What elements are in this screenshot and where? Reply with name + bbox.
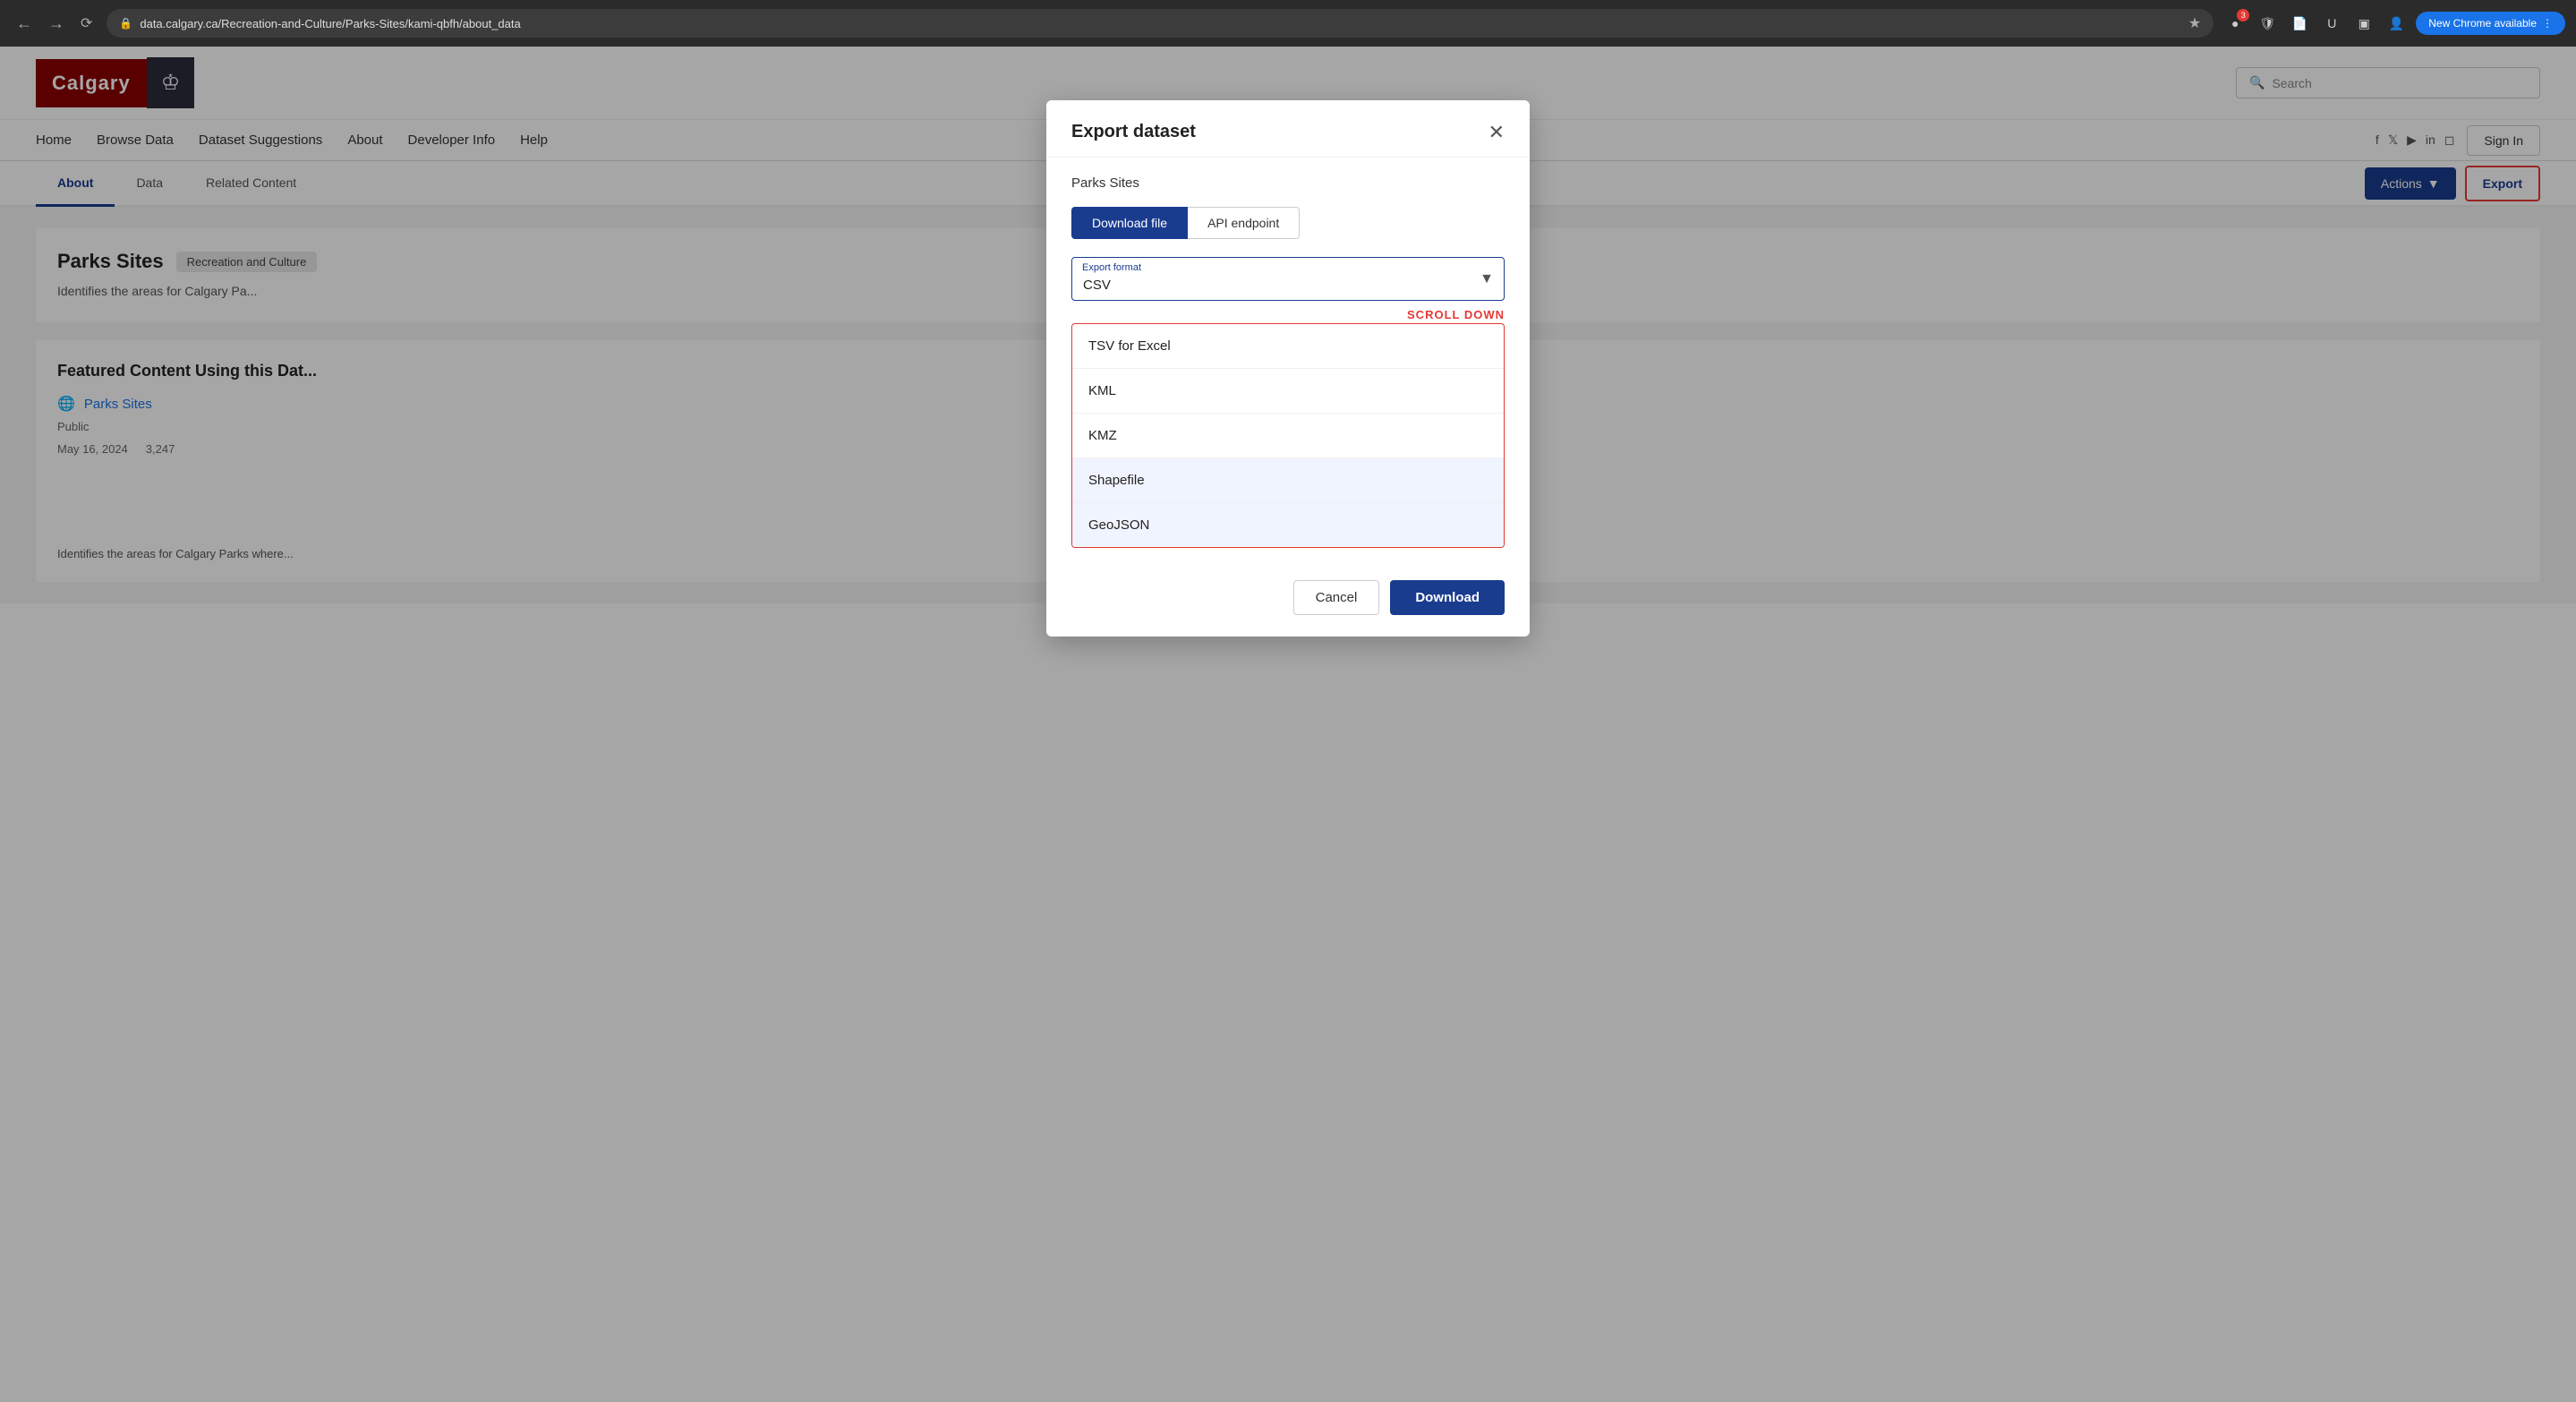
dropdown-item-tsv[interactable]: TSV for Excel bbox=[1072, 324, 1504, 369]
address-bar[interactable]: 🔒 data.calgary.ca/Recreation-and-Culture… bbox=[107, 9, 2213, 38]
back-button[interactable]: ← bbox=[11, 11, 38, 37]
security-icon: 🔒 bbox=[119, 17, 132, 30]
modal-title: Export dataset bbox=[1071, 122, 1196, 142]
bookmark-icon[interactable]: ★ bbox=[2188, 14, 2201, 32]
modal-header: Export dataset ✕ bbox=[1046, 100, 1530, 158]
chevron-icon: ⋮ bbox=[2542, 17, 2553, 30]
export-format-container: Export format CSV ▼ bbox=[1071, 257, 1505, 301]
modal-footer: Cancel Download bbox=[1046, 566, 1530, 637]
download-button[interactable]: Download bbox=[1390, 580, 1505, 615]
new-chrome-button[interactable]: New Chrome available ⋮ bbox=[2416, 12, 2565, 35]
url-text: data.calgary.ca/Recreation-and-Culture/P… bbox=[140, 17, 2181, 30]
dropdown-item-geojson[interactable]: GeoJSON bbox=[1072, 503, 1504, 547]
extension-icon-1[interactable]: ● 3 bbox=[2222, 11, 2248, 36]
modal-dataset-name: Parks Sites bbox=[1071, 175, 1505, 191]
export-format-label: Export format bbox=[1082, 262, 1141, 273]
browser-chrome: ← → ⟳ 🔒 data.calgary.ca/Recreation-and-C… bbox=[0, 0, 2576, 47]
puzzle-icon[interactable]: ▣ bbox=[2351, 11, 2376, 36]
scroll-hint: SCROLL DOWN bbox=[1071, 308, 1505, 321]
cancel-button[interactable]: Cancel bbox=[1293, 580, 1380, 615]
modal-tab-download[interactable]: Download file bbox=[1071, 207, 1188, 239]
new-chrome-label: New Chrome available bbox=[2428, 17, 2537, 30]
nav-buttons: ← → ⟳ bbox=[11, 11, 98, 37]
browser-actions: ● 3 🛡 📄 U ▣ 👤 New Chrome available ⋮ bbox=[2222, 11, 2565, 36]
modal-backdrop: Export dataset ✕ Parks Sites Download fi… bbox=[0, 47, 2576, 1402]
extension-icon-2[interactable]: U bbox=[2319, 11, 2344, 36]
refresh-button[interactable]: ⟳ bbox=[75, 11, 98, 36]
profile-icon[interactable]: 👤 bbox=[2384, 11, 2409, 36]
modal-tab-api[interactable]: API endpoint bbox=[1188, 207, 1300, 239]
forward-button[interactable]: → bbox=[43, 11, 70, 37]
shield-icon[interactable]: 🛡 bbox=[2255, 11, 2280, 36]
modal-body: Parks Sites Download file API endpoint E… bbox=[1046, 158, 1530, 566]
dropdown-item-shapefile[interactable]: Shapefile bbox=[1072, 458, 1504, 503]
dropdown-item-kmz[interactable]: KMZ bbox=[1072, 414, 1504, 458]
bookmark-manager-icon[interactable]: 📄 bbox=[2287, 11, 2312, 36]
modal-close-button[interactable]: ✕ bbox=[1488, 123, 1505, 142]
modal-tabs: Download file API endpoint bbox=[1071, 207, 1505, 239]
dropdown-item-kml[interactable]: KML bbox=[1072, 369, 1504, 414]
export-modal: Export dataset ✕ Parks Sites Download fi… bbox=[1046, 100, 1530, 637]
dropdown-list: TSV for Excel KML KMZ Shapefile GeoJSON bbox=[1071, 323, 1505, 548]
